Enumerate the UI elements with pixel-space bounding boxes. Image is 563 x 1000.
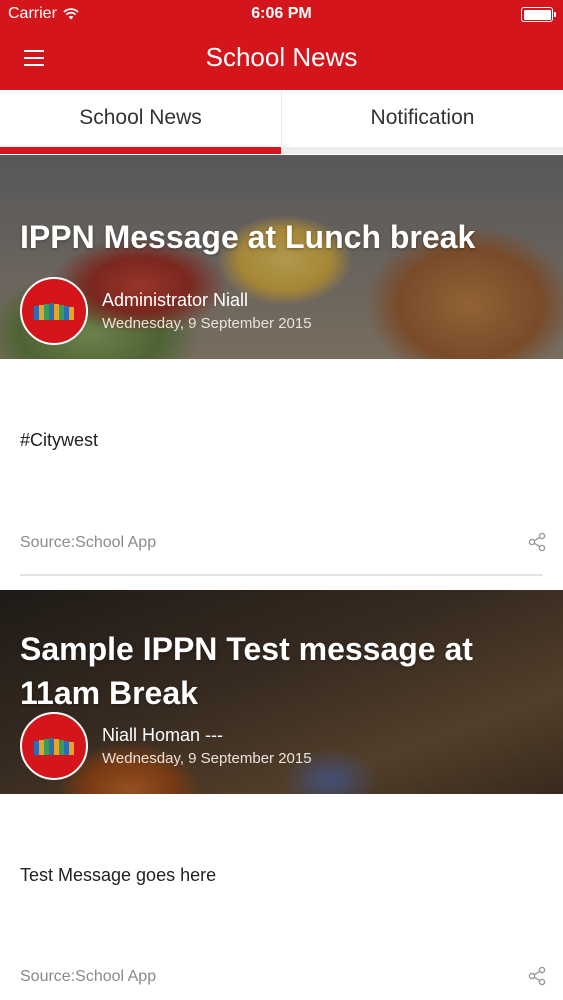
tab-notification[interactable]: Notification: [281, 90, 563, 154]
battery-icon: [521, 7, 556, 22]
nav-header: School News: [0, 30, 563, 90]
page-title: School News: [205, 42, 358, 72]
author-row: Niall Homan --- Wednesday, 9 September 2…: [20, 712, 312, 780]
school-logo-icon: [34, 303, 74, 320]
school-logo-icon: [34, 738, 74, 755]
post-title: IPPN Message at Lunch break: [20, 219, 476, 255]
post-date: Wednesday, 9 September 2015: [102, 750, 312, 767]
author-info: Niall Homan --- Wednesday, 9 September 2…: [102, 725, 312, 767]
post-body: Test Message goes here: [20, 865, 217, 885]
share-icon[interactable]: [527, 966, 547, 986]
status-time: 6:06 PM: [251, 5, 312, 22]
author-name: Niall Homan ---: [102, 725, 224, 745]
school-avatar: [20, 277, 88, 345]
news-card[interactable]: Sample IPPN Test message at 11am Break N…: [0, 590, 563, 1000]
author-row: Administrator Niall Wednesday, 9 Septemb…: [20, 277, 312, 345]
status-bar: Carrier 6:06 PM: [0, 0, 563, 30]
school-avatar: [20, 712, 88, 780]
tab-school-news[interactable]: School News: [0, 90, 281, 154]
author-info: Administrator Niall Wednesday, 9 Septemb…: [102, 290, 312, 332]
post-date: Wednesday, 9 September 2015: [102, 315, 312, 332]
card-divider: [20, 574, 543, 576]
share-icon[interactable]: [527, 532, 547, 552]
tab-bar: School News Notification: [0, 90, 563, 154]
app-header-bar: Carrier 6:06 PM School News: [0, 0, 563, 90]
news-card[interactable]: IPPN Message at Lunch break Administrato…: [0, 155, 563, 590]
post-title: Sample IPPN Test message at 11am Break: [20, 631, 473, 711]
tab-label: Notification: [370, 106, 475, 129]
post-hero-image: IPPN Message at Lunch break Administrato…: [0, 155, 563, 359]
tab-inactive-indicator: [282, 147, 563, 154]
post-source: Source:School App: [20, 534, 157, 551]
author-name: Administrator Niall: [102, 290, 249, 310]
post-body: #Citywest: [20, 430, 99, 450]
post-hero-image: Sample IPPN Test message at 11am Break N…: [0, 590, 563, 794]
tab-label: School News: [79, 106, 202, 129]
post-source: Source:School App: [20, 968, 157, 985]
